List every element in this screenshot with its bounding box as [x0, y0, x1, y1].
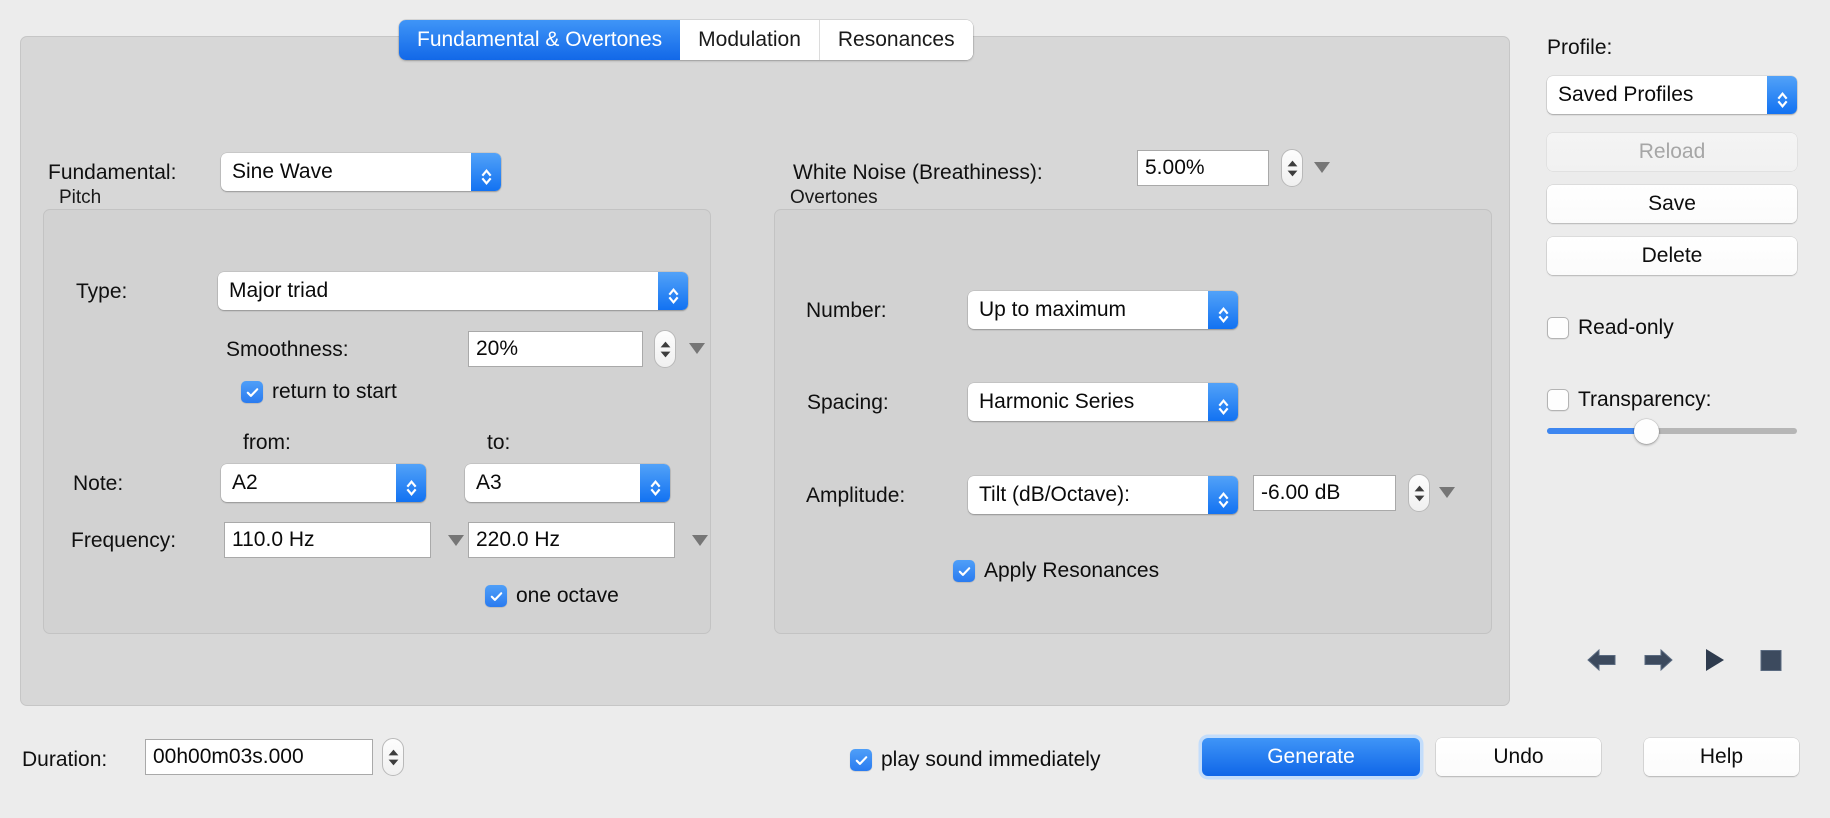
generate-button[interactable]: Generate — [1202, 738, 1420, 776]
tab-resonances[interactable]: Resonances — [819, 20, 973, 60]
tab-modulation[interactable]: Modulation — [680, 20, 820, 60]
overtones-number-stepper-icon — [1208, 291, 1238, 329]
frequency-to-input[interactable]: 220.0 Hz — [468, 522, 675, 558]
overtones-amplitude-label: Amplitude: — [806, 484, 906, 507]
fundamental-select[interactable]: Sine Wave — [221, 153, 501, 191]
tab-fundamental-overtones[interactable]: Fundamental & Overtones — [399, 20, 681, 60]
note-to-header: to: — [487, 431, 511, 454]
help-button[interactable]: Help — [1644, 738, 1799, 776]
overtones-amplitude-mode-stepper-icon — [1208, 476, 1238, 514]
transparency-check-icon — [1547, 389, 1569, 411]
note-to-select[interactable]: A3 — [465, 464, 670, 502]
overtones-number-value: Up to maximum — [979, 298, 1127, 321]
note-from-value: A2 — [232, 471, 258, 494]
note-to-stepper-icon — [640, 464, 670, 502]
read-only-check-icon — [1547, 317, 1569, 339]
smoothness-label: Smoothness: — [226, 338, 349, 361]
duration-input[interactable]: 00h00m03s.000 — [145, 739, 373, 775]
play-icon[interactable] — [1698, 645, 1730, 675]
pitch-type-stepper-icon — [658, 272, 688, 310]
pitch-type-value: Major triad — [229, 279, 329, 302]
overtones-spacing-select[interactable]: Harmonic Series — [968, 383, 1238, 421]
duration-label: Duration: — [22, 748, 108, 771]
overtones-spacing-stepper-icon — [1208, 383, 1238, 421]
transparency-label: Transparency: — [1578, 388, 1712, 411]
one-octave-checkbox[interactable]: one octave — [485, 584, 619, 608]
play-immediately-check-icon — [850, 749, 872, 771]
read-only-checkbox[interactable]: Read-only — [1547, 316, 1674, 340]
arrow-right-icon[interactable] — [1642, 645, 1674, 675]
transparency-slider-knob[interactable] — [1634, 419, 1659, 444]
frequency-from-menu-arrow-icon[interactable] — [448, 535, 464, 546]
profile-reload-button[interactable]: Reload — [1547, 133, 1797, 171]
note-from-stepper-icon — [396, 464, 426, 502]
duration-stepper[interactable] — [382, 738, 404, 776]
return-to-start-checkbox[interactable]: return to start — [241, 380, 397, 404]
overtones-spacing-value: Harmonic Series — [979, 390, 1135, 413]
overtones-amplitude-tilt-input[interactable]: -6.00 dB — [1253, 475, 1396, 511]
return-to-start-label: return to start — [272, 380, 397, 403]
note-from-header: from: — [243, 431, 291, 454]
pitch-type-select[interactable]: Major triad — [218, 272, 688, 310]
smoothness-input[interactable]: 20% — [468, 331, 643, 367]
overtones-amplitude-mode-value: Tilt (dB/Octave): — [979, 483, 1130, 506]
pitch-type-label: Type: — [76, 280, 128, 303]
transparency-slider[interactable] — [1547, 419, 1797, 444]
overtones-amplitude-mode-select[interactable]: Tilt (dB/Octave): — [968, 476, 1238, 514]
profile-save-button[interactable]: Save — [1547, 185, 1797, 223]
fundamental-select-value: Sine Wave — [232, 160, 333, 183]
profile-select-stepper-icon — [1767, 76, 1797, 114]
frequency-label: Frequency: — [71, 529, 177, 552]
apply-resonances-check-icon — [953, 560, 975, 582]
apply-resonances-checkbox[interactable]: Apply Resonances — [953, 559, 1159, 583]
white-noise-input[interactable]: 5.00% — [1137, 150, 1269, 186]
frequency-from-input[interactable]: 110.0 Hz — [224, 522, 431, 558]
white-noise-menu-arrow-icon[interactable] — [1314, 162, 1330, 173]
tab-bar: Fundamental & Overtones Modulation Reson… — [399, 20, 973, 60]
overtones-group-title: Overtones — [790, 187, 878, 208]
overtones-spacing-label: Spacing: — [807, 391, 889, 414]
white-noise-label: White Noise (Breathiness): — [793, 161, 1043, 184]
main-content-panel: Fundamental: Sine Wave Pitch Type: Major… — [20, 36, 1510, 706]
apply-resonances-label: Apply Resonances — [984, 559, 1160, 582]
profile-select-value: Saved Profiles — [1558, 83, 1694, 106]
pitch-group-title: Pitch — [59, 187, 102, 208]
profile-select[interactable]: Saved Profiles — [1547, 76, 1797, 114]
smoothness-stepper[interactable] — [654, 330, 676, 368]
overtones-amplitude-menu-arrow-icon[interactable] — [1439, 487, 1455, 498]
one-octave-check-icon — [485, 585, 507, 607]
fundamental-select-stepper-icon — [471, 153, 501, 191]
note-label: Note: — [73, 472, 124, 495]
note-to-value: A3 — [476, 471, 502, 494]
one-octave-label: one octave — [516, 584, 619, 607]
undo-button[interactable]: Undo — [1436, 738, 1601, 776]
overtones-number-select[interactable]: Up to maximum — [968, 291, 1238, 329]
frequency-to-menu-arrow-icon[interactable] — [692, 535, 708, 546]
note-from-select[interactable]: A2 — [221, 464, 426, 502]
profile-title: Profile: — [1547, 36, 1613, 59]
read-only-label: Read-only — [1578, 316, 1674, 339]
stop-icon[interactable] — [1754, 645, 1786, 675]
transport-controls — [1586, 645, 1786, 675]
arrow-left-icon[interactable] — [1586, 645, 1618, 675]
play-immediately-label: play sound immediately — [881, 748, 1101, 771]
transparency-checkbox[interactable]: Transparency: — [1547, 388, 1711, 412]
fundamental-label: Fundamental: — [48, 161, 177, 184]
overtones-number-label: Number: — [806, 299, 887, 322]
return-to-start-check-icon — [241, 381, 263, 403]
profile-delete-button[interactable]: Delete — [1547, 237, 1797, 275]
smoothness-menu-arrow-icon[interactable] — [689, 343, 705, 354]
play-immediately-checkbox[interactable]: play sound immediately — [850, 748, 1100, 772]
white-noise-stepper[interactable] — [1281, 149, 1303, 187]
overtones-amplitude-stepper[interactable] — [1408, 474, 1430, 512]
transparency-slider-fill — [1547, 428, 1647, 434]
